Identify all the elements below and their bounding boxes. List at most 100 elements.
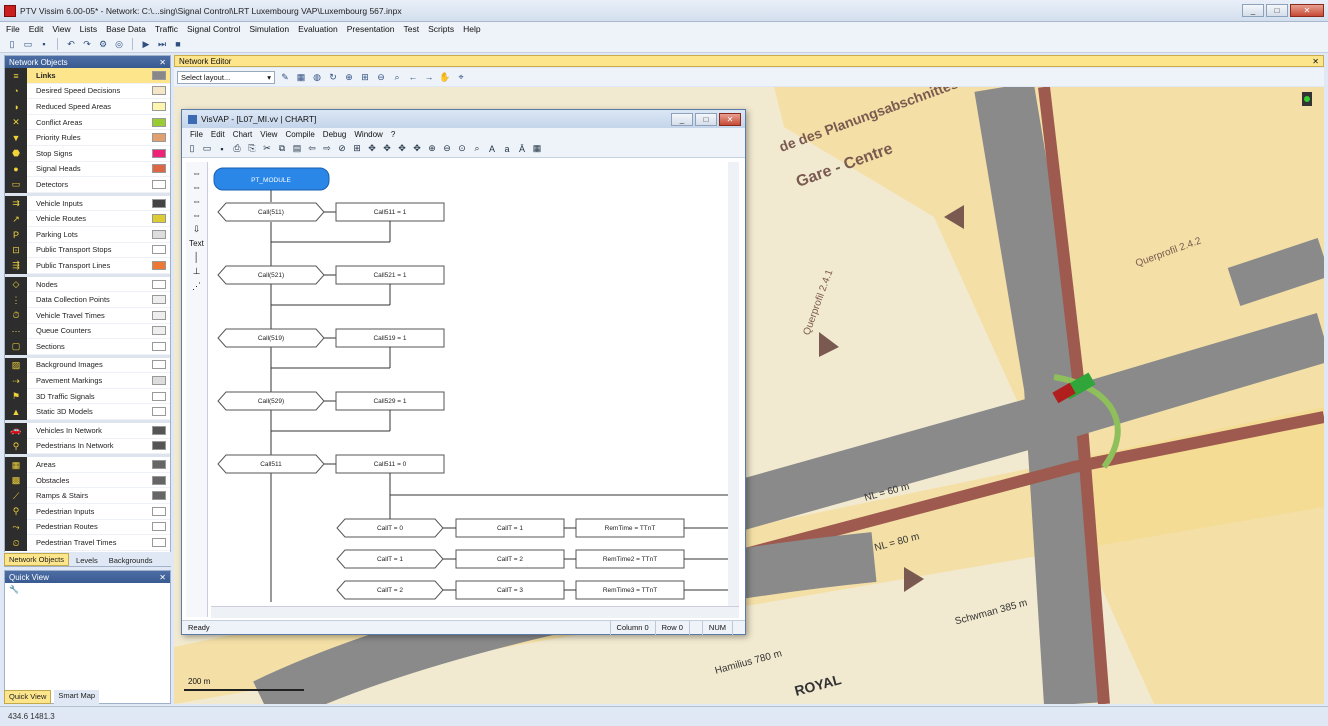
- network-object-areas[interactable]: ▦ Areas: [5, 457, 170, 473]
- tab-smart-map[interactable]: Smart Map: [54, 690, 100, 704]
- tab-levels[interactable]: Levels: [72, 555, 102, 566]
- style-swatch[interactable]: [152, 214, 166, 224]
- flowchart-canvas[interactable]: PT_MODULE Call(511) Call511 = 1 Call(521) Ca…: [211, 162, 739, 606]
- cut-icon[interactable]: ✂: [261, 143, 273, 155]
- menu-edit[interactable]: Edit: [29, 24, 44, 34]
- visvap-menu-item[interactable]: Compile: [285, 130, 314, 139]
- statement-shape-icon[interactable]: ⇔: [192, 182, 201, 192]
- menu-help[interactable]: Help: [463, 24, 480, 34]
- pin-icon[interactable]: ✕: [159, 573, 166, 582]
- style-swatch[interactable]: [152, 279, 166, 289]
- network-object-queue-counters[interactable]: ⋯ Queue Counters: [5, 323, 170, 340]
- move-left-icon[interactable]: ✥: [366, 143, 378, 155]
- breakpoint-icon[interactable]: ⊘: [336, 143, 348, 155]
- search-icon[interactable]: ⌕: [391, 71, 403, 83]
- style-swatch[interactable]: [152, 425, 166, 435]
- style-swatch[interactable]: [152, 86, 166, 96]
- style-swatch[interactable]: [152, 310, 166, 320]
- style-swatch[interactable]: [152, 101, 166, 111]
- style-swatch[interactable]: [152, 326, 166, 336]
- font-icon[interactable]: Ā: [516, 143, 528, 155]
- step-icon[interactable]: ⏭: [156, 38, 168, 50]
- network-object-public-transport-stops[interactable]: ⊡ Public Transport Stops: [5, 242, 170, 259]
- style-swatch[interactable]: [152, 407, 166, 417]
- style-swatch[interactable]: [152, 295, 166, 305]
- network-object-conflict-areas[interactable]: ✕ Conflict Areas: [5, 114, 170, 131]
- style-swatch[interactable]: [152, 70, 166, 80]
- copy-icon[interactable]: ⧉: [276, 143, 288, 155]
- network-object-3d-traffic-signals[interactable]: ⚑ 3D Traffic Signals: [5, 388, 170, 405]
- vertical-scrollbar[interactable]: [728, 162, 739, 606]
- forward-icon[interactable]: →: [423, 71, 435, 83]
- arrow-left-icon[interactable]: ⇦: [306, 143, 318, 155]
- style-swatch[interactable]: [152, 360, 166, 370]
- network-object-links[interactable]: ≡ Links: [5, 68, 170, 84]
- tab-network-objects[interactable]: Network Objects: [4, 553, 70, 566]
- network-object-obstacles[interactable]: ▩ Obstacles: [5, 472, 170, 489]
- style-swatch[interactable]: [152, 441, 166, 451]
- visvap-menu-item[interactable]: Window: [354, 130, 382, 139]
- network-object-sections[interactable]: ▢ Sections: [5, 339, 170, 355]
- network-object-static-3d-models[interactable]: ▲ Static 3D Models: [5, 404, 170, 421]
- align-icon[interactable]: ⊞: [351, 143, 363, 155]
- style-swatch[interactable]: [152, 506, 166, 516]
- style-swatch[interactable]: [152, 133, 166, 143]
- pin-icon[interactable]: ✕: [159, 58, 166, 67]
- wrench-icon[interactable]: 🔧: [5, 583, 170, 595]
- maximize-button[interactable]: □: [1266, 4, 1288, 17]
- move-up-icon[interactable]: ✥: [381, 143, 393, 155]
- select-icon[interactable]: ✎: [279, 71, 291, 83]
- style-swatch[interactable]: [152, 245, 166, 255]
- call-shape-icon[interactable]: ⇔: [192, 210, 201, 220]
- visvap-close-button[interactable]: ✕: [719, 113, 741, 126]
- menu-signal-control[interactable]: Signal Control: [187, 24, 240, 34]
- visvap-menu-item[interactable]: ?: [391, 130, 395, 139]
- network-object-pavement-markings[interactable]: ⇢ Pavement Markings: [5, 373, 170, 389]
- menu-traffic[interactable]: Traffic: [155, 24, 178, 34]
- zoom-out-icon[interactable]: ⊖: [441, 143, 453, 155]
- menu-scripts[interactable]: Scripts: [428, 24, 454, 34]
- group-tool-icon[interactable]: ⋰: [192, 281, 201, 292]
- network-object-desired-speed-decisions[interactable]: ◔ Desired Speed Decisions: [5, 83, 170, 100]
- print-preview-icon[interactable]: ⎙: [231, 143, 243, 155]
- open-icon[interactable]: ▭: [201, 143, 213, 155]
- visvap-minimize-button[interactable]: _: [671, 113, 693, 126]
- grid-icon[interactable]: ▦: [295, 71, 307, 83]
- network-object-vehicle-inputs[interactable]: ⇉ Vehicle Inputs: [5, 195, 170, 212]
- close-icon[interactable]: ✕: [1312, 57, 1319, 66]
- connector-icon[interactable]: ⇩: [193, 224, 201, 235]
- zoom-window-icon[interactable]: ⊞: [359, 71, 371, 83]
- style-swatch[interactable]: [152, 475, 166, 485]
- menu-view[interactable]: View: [52, 24, 70, 34]
- tab-backgrounds[interactable]: Backgrounds: [104, 555, 157, 566]
- menu-simulation[interactable]: Simulation: [249, 24, 289, 34]
- layout-select[interactable]: Select layout... ▾: [177, 70, 275, 84]
- close-button[interactable]: ✕: [1290, 4, 1324, 17]
- menu-file[interactable]: File: [6, 24, 20, 34]
- menu-base-data[interactable]: Base Data: [106, 24, 146, 34]
- new-icon[interactable]: ▯: [186, 143, 198, 155]
- network-object-priority-rules[interactable]: ▼ Priority Rules: [5, 130, 170, 146]
- menu-lists[interactable]: Lists: [80, 24, 97, 34]
- play-icon[interactable]: ▶: [140, 38, 152, 50]
- style-swatch[interactable]: [152, 522, 166, 532]
- new-icon[interactable]: ▯: [6, 38, 18, 50]
- style-swatch[interactable]: [152, 376, 166, 386]
- horizontal-scrollbar[interactable]: [211, 606, 739, 618]
- visvap-maximize-button[interactable]: □: [695, 113, 717, 126]
- style-swatch[interactable]: [152, 179, 166, 189]
- network-object-background-images[interactable]: ▨ Background Images: [5, 357, 170, 374]
- menu-evaluation[interactable]: Evaluation: [298, 24, 338, 34]
- visvap-menu-item[interactable]: Debug: [323, 130, 347, 139]
- style-swatch[interactable]: [152, 538, 166, 548]
- zoom-in-icon[interactable]: ⊕: [426, 143, 438, 155]
- redo-icon[interactable]: ↷: [81, 38, 93, 50]
- comment-tool-icon[interactable]: ⊥: [193, 266, 201, 277]
- style-swatch[interactable]: [152, 117, 166, 127]
- network-object-reduced-speed-areas[interactable]: ◑ Reduced Speed Areas: [5, 99, 170, 115]
- font-smaller-icon[interactable]: a: [501, 143, 513, 155]
- style-swatch[interactable]: [152, 164, 166, 174]
- network-object-pedestrian-routes[interactable]: ⤳ Pedestrian Routes: [5, 519, 170, 536]
- network-object-signal-heads[interactable]: ● Signal Heads: [5, 161, 170, 178]
- network-object-vehicle-routes[interactable]: ↗ Vehicle Routes: [5, 211, 170, 227]
